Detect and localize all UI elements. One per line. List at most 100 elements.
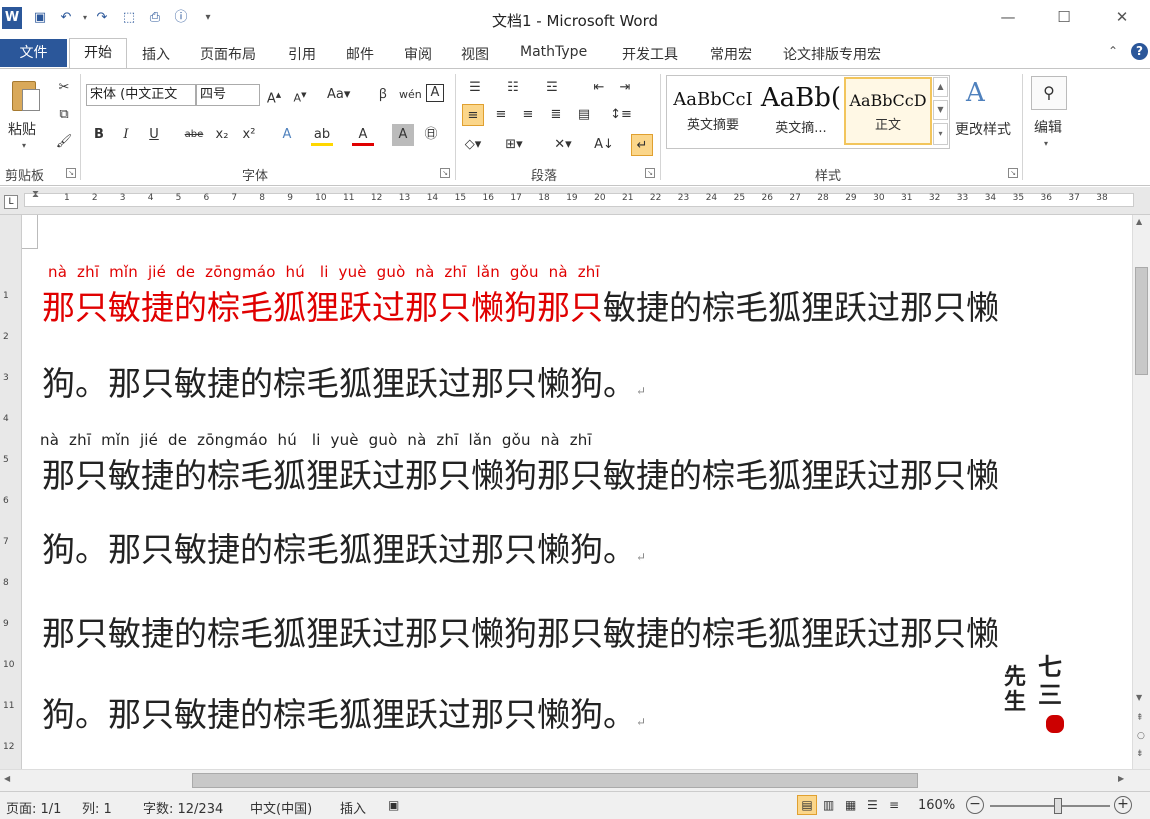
- shading-icon[interactable]: ◇▾: [462, 134, 484, 156]
- strikethrough-icon[interactable]: abe: [183, 124, 205, 146]
- change-case-icon[interactable]: Aa▾: [327, 84, 350, 106]
- scroll-right-icon[interactable]: ▶: [1118, 774, 1124, 783]
- tab-view[interactable]: 视图: [461, 44, 489, 64]
- insert-mode[interactable]: 插入: [340, 798, 366, 817]
- text-run[interactable]: 敏捷的棕毛狐狸跃过那只懒: [603, 288, 999, 327]
- align-right-icon[interactable]: ≡: [517, 104, 539, 126]
- styles-more-icon[interactable]: ▾: [933, 123, 948, 145]
- borders-icon[interactable]: ⊞▾: [503, 134, 525, 156]
- scroll-thumb[interactable]: [1135, 267, 1148, 375]
- tab-review[interactable]: 审阅: [404, 44, 432, 64]
- text-run-red[interactable]: 那只敏捷的棕毛狐狸跃过那只懒狗那只: [42, 288, 603, 327]
- increase-indent-icon[interactable]: ⇥: [614, 77, 636, 99]
- next-page-icon[interactable]: ⇟: [1136, 749, 1144, 759]
- zoom-slider-track[interactable]: [990, 805, 1110, 807]
- collapse-ribbon-icon[interactable]: ⌃: [1108, 44, 1118, 58]
- zoom-out-icon[interactable]: −: [966, 796, 984, 814]
- indent-marker-icon[interactable]: ⧗: [32, 189, 39, 200]
- close-button[interactable]: ✕: [1100, 4, 1144, 30]
- grow-font-icon[interactable]: A▲: [263, 84, 285, 106]
- line-spacing-icon[interactable]: ↕≡: [610, 104, 632, 126]
- bullets-icon[interactable]: ☰: [464, 77, 486, 99]
- change-styles-button[interactable]: 更改样式: [955, 119, 1011, 139]
- scroll-left-icon[interactable]: ◀: [4, 774, 10, 783]
- tab-page-layout[interactable]: 页面布局: [200, 44, 256, 64]
- superscript-icon[interactable]: x²: [238, 124, 260, 146]
- character-border-icon[interactable]: A: [426, 84, 444, 102]
- text-run[interactable]: 那只敏捷的棕毛狐狸跃过那只懒狗那只敏捷的棕毛狐狸跃过那只懒: [42, 614, 999, 653]
- change-styles-icon[interactable]: A: [966, 78, 1002, 110]
- browse-object-icon[interactable]: ○: [1137, 731, 1145, 741]
- text-line[interactable]: 狗。那只敏捷的棕毛狐狸跃过那只懒狗。↵: [42, 523, 646, 571]
- text-run[interactable]: 狗。那只敏捷的棕毛狐狸跃过那只懒狗。: [42, 364, 636, 403]
- sort-icon[interactable]: A↓: [593, 134, 615, 156]
- font-color-icon[interactable]: A: [352, 124, 374, 146]
- vertical-ruler[interactable]: 1 2 3 4 5 6 7 8 9 10 11 12: [0, 215, 22, 769]
- bold-icon[interactable]: B: [88, 124, 110, 146]
- tab-developer[interactable]: 开发工具: [622, 44, 678, 64]
- tab-mathtype[interactable]: MathType: [520, 44, 587, 60]
- print-layout-icon[interactable]: ▤: [797, 795, 817, 815]
- text-line[interactable]: 狗。那只敏捷的棕毛狐狸跃过那只懒狗。↵: [42, 357, 646, 405]
- highlight-icon[interactable]: ab: [311, 124, 333, 146]
- paragraph-launcher-icon[interactable]: ↘: [645, 168, 655, 178]
- underline-icon[interactable]: U: [143, 124, 165, 146]
- font-launcher-icon[interactable]: ↘: [440, 168, 450, 178]
- zoom-slider-thumb[interactable]: [1054, 798, 1062, 814]
- font-size-combo[interactable]: 四号: [196, 84, 260, 106]
- zoom-in-icon[interactable]: +: [1114, 796, 1132, 814]
- word-count[interactable]: 字数: 12/234: [143, 798, 223, 817]
- tab-thesis-macros[interactable]: 论文排版专用宏: [783, 44, 881, 64]
- italic-icon[interactable]: I: [115, 124, 137, 146]
- tab-insert[interactable]: 插入: [142, 44, 170, 64]
- language-indicator[interactable]: 中文(中国): [250, 798, 312, 817]
- character-shading-icon[interactable]: A: [392, 124, 414, 146]
- copy-icon[interactable]: ⧉: [53, 104, 75, 126]
- help-icon[interactable]: ?: [1131, 43, 1148, 60]
- chinese-layout-icon[interactable]: ✕▾: [552, 134, 574, 156]
- outline-icon[interactable]: ☰: [867, 798, 878, 812]
- multilevel-list-icon[interactable]: ☲: [541, 77, 563, 99]
- tab-file[interactable]: 文件: [0, 39, 67, 67]
- clipboard-launcher-icon[interactable]: ↘: [66, 168, 76, 178]
- vertical-scrollbar[interactable]: ▲ ▼ ⇞ ○ ⇟: [1132, 215, 1150, 769]
- scroll-down-icon[interactable]: ▼: [1136, 693, 1142, 702]
- font-name-combo[interactable]: 宋体 (中文正文: [86, 84, 196, 106]
- subscript-icon[interactable]: x₂: [211, 124, 233, 146]
- format-painter-icon[interactable]: 🖌: [53, 131, 75, 153]
- text-run[interactable]: 狗。那只敏捷的棕毛狐狸跃过那只懒狗。: [42, 695, 636, 734]
- clear-format-icon[interactable]: ꞵ: [372, 84, 394, 106]
- paste-icon[interactable]: [10, 77, 42, 113]
- text-effects-icon[interactable]: A: [276, 124, 298, 146]
- styles-scroll-up-icon[interactable]: ▲: [933, 77, 948, 97]
- tab-mailings[interactable]: 邮件: [346, 44, 374, 64]
- styles-launcher-icon[interactable]: ↘: [1008, 168, 1018, 178]
- decrease-indent-icon[interactable]: ⇤: [588, 77, 610, 99]
- distributed-icon[interactable]: ▤: [573, 104, 595, 126]
- h-scroll-thumb[interactable]: [192, 773, 918, 788]
- text-line[interactable]: 那只敏捷的棕毛狐狸跃过那只懒狗那只敏捷的棕毛狐狸跃过那只懒: [42, 607, 999, 655]
- shrink-font-icon[interactable]: A▼: [289, 84, 311, 106]
- web-layout-icon[interactable]: ▦: [845, 798, 856, 812]
- editing-button[interactable]: 编辑: [1034, 117, 1062, 137]
- macro-record-icon[interactable]: ▣: [388, 798, 399, 812]
- minimize-button[interactable]: —: [986, 4, 1030, 30]
- editing-dropdown-icon[interactable]: ▾: [1044, 139, 1048, 148]
- document-page[interactable]: nà zhī mǐn jié de zōngmáo hú li yuè guò …: [22, 215, 1132, 769]
- styles-scroll-down-icon[interactable]: ▼: [933, 100, 948, 120]
- paste-dropdown-icon[interactable]: ▾: [22, 141, 26, 150]
- draft-icon[interactable]: ≡: [889, 798, 899, 812]
- tab-common-macros[interactable]: 常用宏: [710, 44, 752, 64]
- align-center-icon[interactable]: ≡: [490, 104, 512, 126]
- style-item-abstract-en[interactable]: AaBbCcI 英文摘要: [669, 77, 757, 145]
- cut-icon[interactable]: ✂: [53, 77, 75, 99]
- maximize-button[interactable]: ☐: [1042, 4, 1086, 30]
- text-run[interactable]: 那只敏捷的棕毛狐狸跃过那只懒狗那只敏捷的棕毛狐狸跃过那只懒: [42, 456, 999, 495]
- page-indicator[interactable]: 页面: 1/1: [6, 798, 61, 817]
- style-item-abstract-en-2[interactable]: AaBb( 英文摘...: [757, 77, 845, 145]
- text-line[interactable]: 狗。那只敏捷的棕毛狐狸跃过那只懒狗。↵: [42, 688, 646, 736]
- full-screen-reading-icon[interactable]: ▥: [823, 798, 834, 812]
- tab-home[interactable]: 开始: [69, 38, 127, 69]
- style-item-normal[interactable]: AaBbCcD 正文: [844, 77, 932, 145]
- tab-references[interactable]: 引用: [288, 44, 316, 64]
